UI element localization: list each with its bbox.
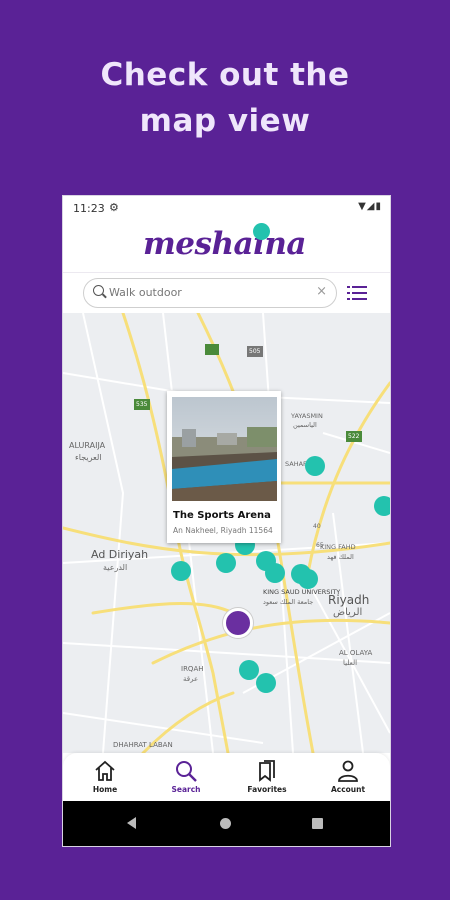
bottom-nav: Home Search Favorites Account bbox=[63, 753, 390, 801]
nav-account-label: Account bbox=[330, 785, 366, 794]
route-number: 535 bbox=[136, 401, 148, 408]
home-icon bbox=[95, 760, 115, 781]
system-nav-bar bbox=[63, 801, 390, 846]
nav-search[interactable]: Search bbox=[146, 753, 226, 801]
app-header: meshaina bbox=[63, 220, 390, 274]
phone-screen: 11:23 ⚙ ▼◢▮ meshaina Walk outdoor × 505 … bbox=[62, 195, 391, 847]
map-label: العليا bbox=[343, 659, 358, 667]
search-placeholder: Walk outdoor bbox=[109, 286, 182, 299]
search-icon bbox=[93, 285, 104, 296]
map-label: الياسمين bbox=[293, 421, 317, 429]
map-label: AL OLAYA bbox=[339, 649, 373, 657]
status-time: 11:23 bbox=[73, 202, 105, 215]
battery-icon: ▮ bbox=[375, 201, 382, 212]
map-label: ALURAIJA bbox=[69, 441, 106, 450]
place-address: An Nakheel, Riyadh 11564 bbox=[173, 526, 273, 535]
search-input[interactable]: Walk outdoor × bbox=[83, 278, 337, 308]
search-icon bbox=[176, 761, 197, 782]
map-label: DHAHRAT LABAN bbox=[113, 741, 173, 749]
map-label: YAYASMIN bbox=[291, 412, 323, 420]
map-label: Ad Diriyah bbox=[91, 548, 149, 561]
place-pin[interactable] bbox=[216, 553, 236, 573]
person-icon bbox=[338, 760, 358, 782]
settings-gear-icon: ⚙ bbox=[109, 201, 119, 214]
logo-dot bbox=[253, 223, 270, 240]
map-label: Riyadh bbox=[328, 593, 370, 607]
place-pin[interactable] bbox=[239, 660, 259, 680]
promo-headline-line2: map view bbox=[139, 103, 311, 139]
back-icon[interactable] bbox=[127, 817, 136, 829]
map-label: العريجاء bbox=[75, 453, 102, 462]
map-view[interactable]: 505 535 522 65 40 ALURAIJA العريجاء Ad D… bbox=[63, 313, 390, 753]
nav-account[interactable]: Account bbox=[308, 753, 388, 801]
clear-icon[interactable]: × bbox=[316, 284, 327, 299]
status-bar: 11:23 ⚙ ▼◢▮ bbox=[63, 196, 390, 222]
nav-home[interactable]: Home bbox=[65, 753, 145, 801]
place-photo bbox=[172, 397, 277, 501]
app-logo: meshaina bbox=[143, 226, 307, 262]
promo-headline-line1: Check out the bbox=[100, 57, 350, 93]
map-label: الرياض bbox=[333, 607, 363, 618]
search-bar: Walk outdoor × bbox=[63, 272, 390, 313]
map-label: IRQAH bbox=[181, 665, 204, 673]
place-pin[interactable] bbox=[265, 563, 285, 583]
place-pin[interactable] bbox=[256, 673, 276, 693]
current-location-marker[interactable] bbox=[223, 608, 253, 638]
route-number: 40 bbox=[313, 523, 321, 530]
bookmark-icon bbox=[259, 760, 275, 782]
route-number: 522 bbox=[348, 433, 360, 440]
place-pin[interactable] bbox=[298, 569, 318, 589]
list-view-icon[interactable] bbox=[347, 285, 367, 301]
place-card[interactable]: The Sports Arena An Nakheel, Riyadh 1156… bbox=[167, 391, 281, 543]
status-icons: ▼◢▮ bbox=[358, 201, 382, 212]
nav-favorites-label: Favorites bbox=[247, 785, 287, 794]
promo-headline: Check out the map view bbox=[0, 52, 450, 144]
nav-favorites[interactable]: Favorites bbox=[227, 753, 307, 801]
route-number: 505 bbox=[249, 348, 261, 355]
map-label: KING FAHD bbox=[320, 543, 356, 551]
home-circle-icon[interactable] bbox=[220, 818, 231, 829]
wifi-icon: ▼ bbox=[358, 201, 367, 212]
map-label: الملك فهد bbox=[327, 553, 354, 561]
map-label: الدرعية bbox=[103, 563, 128, 572]
nav-search-label: Search bbox=[171, 785, 201, 794]
nav-home-label: Home bbox=[92, 785, 118, 794]
place-name: The Sports Arena bbox=[173, 510, 271, 521]
map-label: عرقة bbox=[183, 675, 199, 683]
place-pin[interactable] bbox=[171, 561, 191, 581]
recents-icon[interactable] bbox=[312, 818, 323, 829]
map-label: جامعة الملك سعود bbox=[263, 598, 314, 606]
place-pin[interactable] bbox=[374, 496, 390, 516]
place-pin[interactable] bbox=[305, 456, 325, 476]
